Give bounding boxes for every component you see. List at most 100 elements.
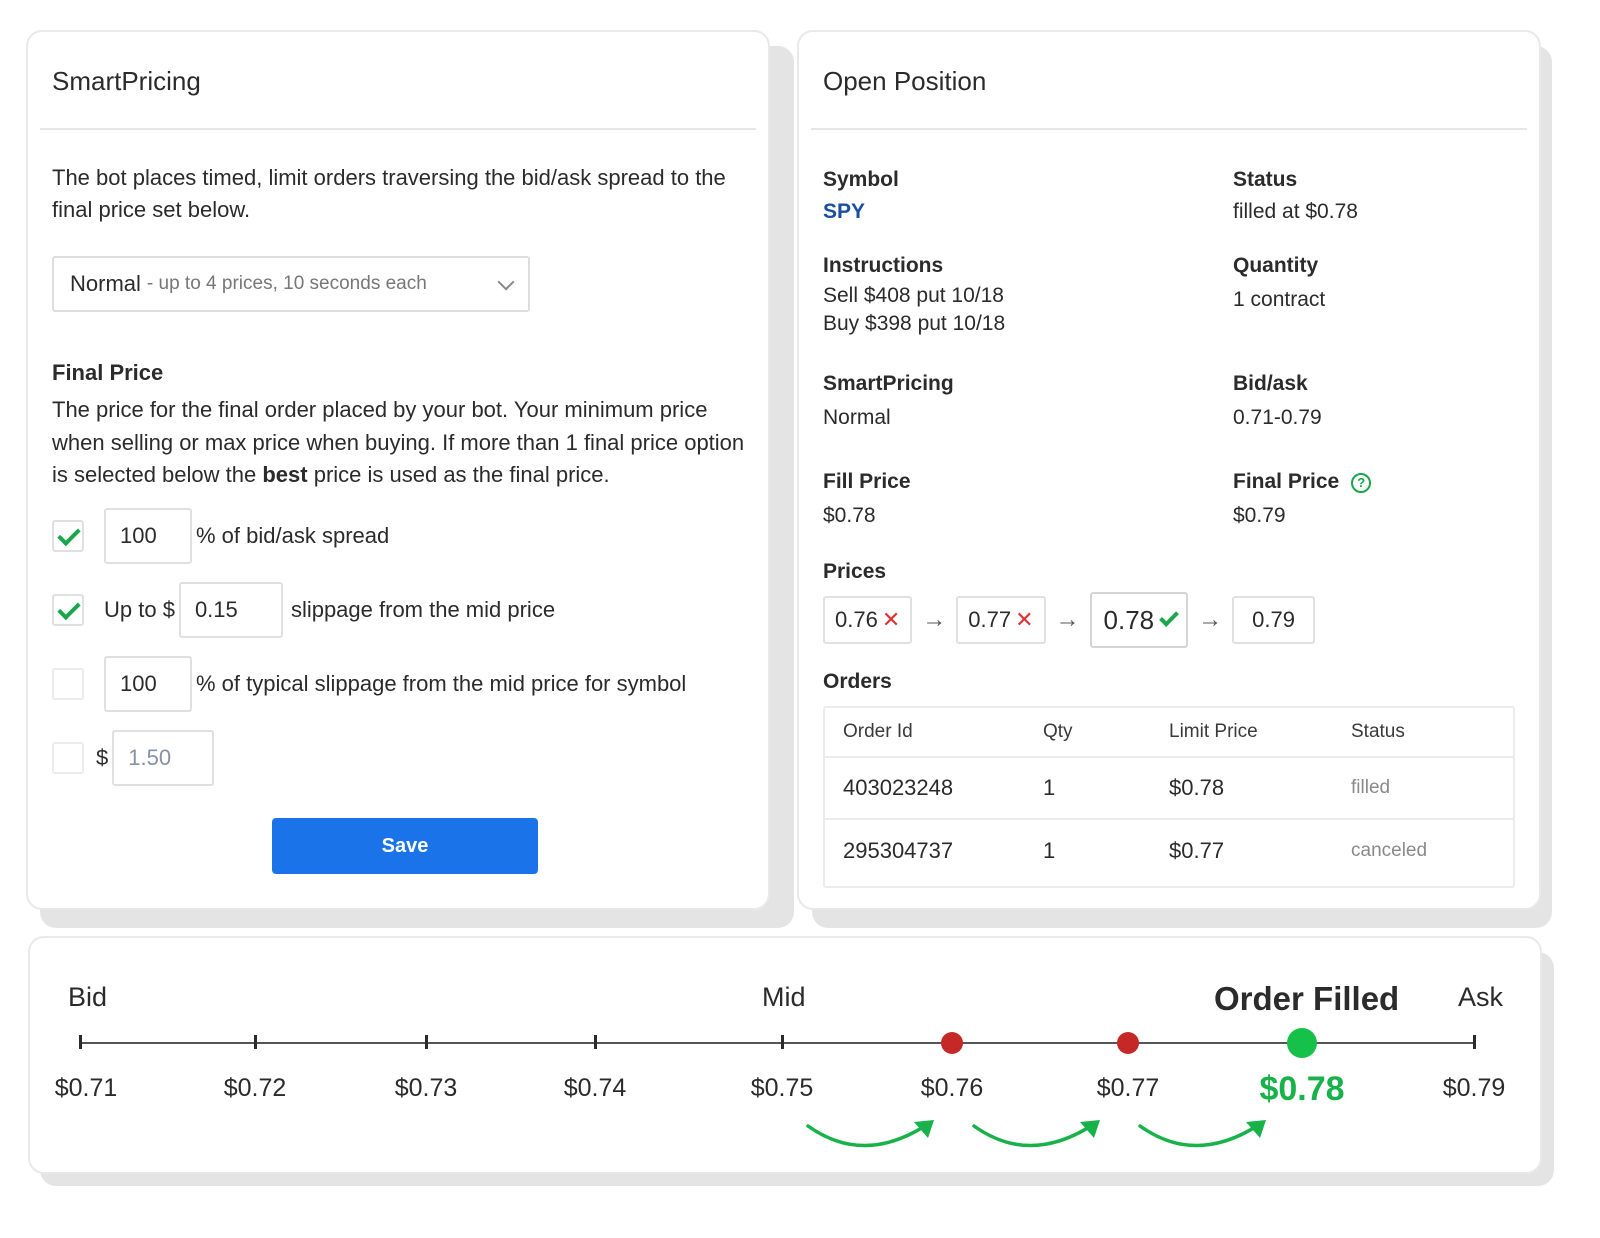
- arrow-right-icon: →: [922, 606, 947, 633]
- instructions-label: Instructions: [823, 254, 944, 277]
- smartpricing-label: SmartPricing: [823, 372, 954, 395]
- check-icon: [1159, 607, 1180, 627]
- typical-slippage-input[interactable]: 100: [104, 656, 192, 712]
- checkbox-typical-slippage[interactable]: [52, 668, 84, 700]
- timeline-tick: [254, 1035, 257, 1049]
- filled-price-label: $0.78: [1259, 1070, 1345, 1108]
- bidask-label: Bid/ask: [1233, 372, 1308, 395]
- orders-label: Orders: [823, 670, 892, 693]
- column-header: Status: [1351, 721, 1405, 742]
- order-id: 295304737: [843, 838, 954, 863]
- option-dollar-amount: $ 1.50: [52, 730, 215, 786]
- status-value: filled at $0.78: [1233, 200, 1358, 223]
- symbol-label: Symbol: [823, 168, 899, 191]
- option-typical-slippage: 100 % of typical slippage from the mid p…: [52, 656, 686, 712]
- pricing-mode-select[interactable]: Normal - up to 4 prices, 10 seconds each: [52, 256, 530, 312]
- option-label: slippage from the mid price: [290, 597, 556, 622]
- curved-arrow-icon: [972, 1120, 1100, 1148]
- tick-label: $0.76: [920, 1074, 984, 1102]
- curved-arrow-icon: [1138, 1120, 1266, 1148]
- close-icon: ✕: [1015, 607, 1034, 632]
- option-prefix: $: [96, 745, 109, 770]
- desc-text: price is used as the final price.: [307, 462, 610, 487]
- tick-label: $0.71: [54, 1074, 118, 1102]
- checkbox-slippage-mid[interactable]: [52, 594, 84, 626]
- arrow-right-icon: →: [1055, 606, 1080, 633]
- select-detail: - up to 4 prices, 10 seconds each: [146, 273, 427, 294]
- order-limit-price: $0.77: [1169, 838, 1225, 863]
- option-label: % of bid/ask spread: [196, 523, 390, 548]
- rejected-price-dot: [1117, 1032, 1139, 1054]
- filled-price-dot: [1287, 1028, 1317, 1058]
- option-prefix: Up to $: [104, 597, 175, 622]
- smartpricing-value: Normal: [823, 406, 891, 429]
- open-position-card: Open Position Symbol SPY Status filled a…: [797, 30, 1541, 910]
- mid-label: Mid: [762, 982, 806, 1012]
- tick-label: $0.73: [394, 1074, 458, 1102]
- bid-label: Bid: [68, 982, 108, 1012]
- quantity-label: Quantity: [1233, 254, 1319, 277]
- price-step: 0.76 ✕: [823, 596, 913, 644]
- prices-label: Prices: [823, 560, 887, 583]
- card-title: Open Position: [823, 66, 987, 96]
- arrow-right-icon: →: [1198, 606, 1223, 633]
- final-price-description: The price for the final order placed by …: [52, 394, 752, 492]
- tick-label: $0.77: [1096, 1074, 1160, 1102]
- fill-price-label: Fill Price: [823, 470, 911, 493]
- smartpricing-card: SmartPricing The bot places timed, limit…: [26, 30, 770, 910]
- tick-label: $0.75: [750, 1074, 814, 1102]
- table-header: Order Id Qty Limit Price Status: [825, 708, 1513, 758]
- divider: [811, 128, 1527, 130]
- column-header: Qty: [1043, 721, 1073, 742]
- tick-label: $0.72: [223, 1074, 287, 1102]
- dollar-amount-input[interactable]: 1.50: [112, 730, 215, 786]
- checkbox-spread-percent[interactable]: [52, 520, 84, 552]
- instructions-line: Sell $408 put 10/18: [823, 284, 1004, 307]
- checkbox-dollar-amount[interactable]: [52, 742, 84, 774]
- rejected-price-dot: [941, 1032, 963, 1054]
- card-title: SmartPricing: [52, 66, 201, 96]
- help-icon[interactable]: ?: [1351, 473, 1372, 493]
- divider: [40, 128, 756, 130]
- order-filled-label: Order Filled: [1214, 980, 1400, 1017]
- order-status: canceled: [1351, 840, 1428, 861]
- timeline-tick: [1473, 1035, 1476, 1049]
- slippage-mid-input[interactable]: 0.15: [178, 582, 283, 638]
- order-status: filled: [1351, 777, 1391, 798]
- option-label: % of typical slippage from the mid price…: [196, 671, 687, 696]
- order-limit-price: $0.78: [1169, 775, 1225, 800]
- column-header: Limit Price: [1169, 721, 1258, 742]
- quantity-value: 1 contract: [1233, 288, 1326, 311]
- option-slippage-mid: Up to $ 0.15 slippage from the mid price: [52, 582, 555, 638]
- curved-arrow-icon: [806, 1120, 934, 1148]
- orders-table: Order Id Qty Limit Price Status 40302324…: [823, 706, 1515, 888]
- final-price-heading: Final Price: [52, 360, 164, 385]
- order-qty: 1: [1043, 838, 1056, 863]
- table-row[interactable]: 403023248 1 $0.78 filled: [825, 758, 1513, 820]
- save-button[interactable]: Save: [272, 818, 538, 874]
- spread-percent-input[interactable]: 100: [104, 508, 192, 564]
- final-price-value: $0.79: [1233, 504, 1286, 527]
- table-row[interactable]: 295304737 1 $0.77 canceled: [825, 820, 1513, 882]
- order-qty: 1: [1043, 775, 1056, 800]
- price-value: 0.77: [968, 607, 1012, 632]
- price-value: 0.76: [835, 607, 878, 632]
- column-header: Order Id: [843, 721, 913, 742]
- timeline-tick: [425, 1035, 428, 1049]
- price-step-filled: 0.78: [1089, 592, 1189, 648]
- tick-label: $0.74: [563, 1074, 627, 1102]
- timeline-tick: [594, 1035, 597, 1049]
- desc-bold: best: [262, 462, 308, 487]
- timeline-tick: [781, 1035, 784, 1049]
- timeline-axis: [80, 1042, 1476, 1044]
- status-label: Status: [1233, 168, 1298, 191]
- price-step: 0.77 ✕: [956, 596, 1046, 644]
- symbol-link[interactable]: SPY: [823, 198, 865, 226]
- price-step: 0.79: [1232, 596, 1315, 644]
- final-price-label: Final Price: [1233, 470, 1340, 493]
- smartpricing-description: The bot places timed, limit orders trave…: [52, 165, 726, 222]
- fill-price-value: $0.78: [823, 504, 876, 527]
- select-value: Normal: [70, 271, 141, 296]
- timeline-tick: [79, 1035, 82, 1049]
- ask-label: Ask: [1458, 982, 1504, 1012]
